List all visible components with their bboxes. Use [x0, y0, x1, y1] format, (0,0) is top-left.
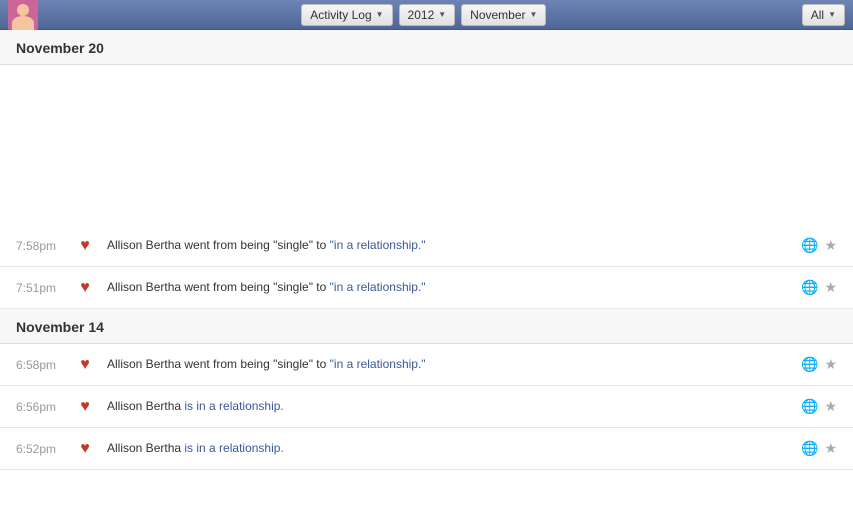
- activity-text: Allison Bertha is in a relationship.: [99, 398, 801, 415]
- heart-icon-col: ♥: [71, 398, 99, 416]
- table-row: 7:58pm ♥ Allison Bertha went from being …: [0, 225, 853, 267]
- activity-text: Allison Bertha is in a relationship.: [99, 440, 801, 457]
- actions-col: 🌐 ★: [801, 237, 837, 254]
- table-row: 6:52pm ♥ Allison Bertha is in a relation…: [0, 428, 853, 470]
- table-row: 6:56pm ♥ Allison Bertha is in a relation…: [0, 386, 853, 428]
- star-icon[interactable]: ★: [824, 440, 837, 457]
- globe-icon[interactable]: 🌐: [801, 398, 818, 415]
- actions-col: 🌐 ★: [801, 356, 837, 373]
- heart-icon-col: ♥: [71, 440, 99, 458]
- globe-icon[interactable]: 🌐: [801, 237, 818, 254]
- activity-log-label: Activity Log: [310, 8, 371, 22]
- time-label: 7:58pm: [16, 239, 71, 253]
- filter-caret: ▼: [828, 10, 836, 19]
- year-label: 2012: [408, 8, 435, 22]
- activity-log-caret: ▼: [376, 10, 384, 19]
- header-right: All ▼: [802, 4, 845, 26]
- actions-col: 🌐 ★: [801, 398, 837, 415]
- actions-col: 🌐 ★: [801, 279, 837, 296]
- time-label: 6:52pm: [16, 442, 71, 456]
- heart-icon-col: ♥: [71, 237, 99, 255]
- filter-label: All: [811, 8, 824, 22]
- table-row: 6:58pm ♥ Allison Bertha went from being …: [0, 344, 853, 386]
- header: Activity Log ▼ 2012 ▼ November ▼ All ▼: [0, 0, 853, 30]
- month-dropdown[interactable]: November ▼: [461, 4, 546, 26]
- activity-text: Allison Bertha went from being "single" …: [99, 279, 801, 296]
- date-header-nov14: November 14: [0, 309, 853, 344]
- empty-space: [0, 65, 853, 225]
- heart-icon: ♥: [80, 356, 90, 374]
- activity-link[interactable]: "in a relationship.": [330, 280, 426, 294]
- heart-icon: ♥: [80, 398, 90, 416]
- star-icon[interactable]: ★: [824, 356, 837, 373]
- activity-text: Allison Bertha went from being "single" …: [99, 237, 801, 254]
- globe-icon[interactable]: 🌐: [801, 279, 818, 296]
- month-caret: ▼: [530, 10, 538, 19]
- time-label: 7:51pm: [16, 281, 71, 295]
- heart-icon: ♥: [80, 237, 90, 255]
- main-content: November 20 7:58pm ♥ Allison Bertha went…: [0, 30, 853, 516]
- heart-icon-col: ♥: [71, 356, 99, 374]
- table-row: 7:51pm ♥ Allison Bertha went from being …: [0, 267, 853, 309]
- activity-link[interactable]: is in a relationship.: [184, 441, 283, 455]
- activity-link[interactable]: "in a relationship.": [330, 238, 426, 252]
- activity-link[interactable]: "in a relationship.": [330, 357, 426, 371]
- activity-link[interactable]: is in a relationship.: [184, 399, 283, 413]
- globe-icon[interactable]: 🌐: [801, 356, 818, 373]
- activity-text: Allison Bertha went from being "single" …: [99, 356, 801, 373]
- star-icon[interactable]: ★: [824, 279, 837, 296]
- heart-icon: ♥: [80, 279, 90, 297]
- heart-icon-col: ♥: [71, 279, 99, 297]
- time-label: 6:58pm: [16, 358, 71, 372]
- date-header-nov20: November 20: [0, 30, 853, 65]
- filter-dropdown[interactable]: All ▼: [802, 4, 845, 26]
- year-caret: ▼: [438, 10, 446, 19]
- heart-icon: ♥: [80, 440, 90, 458]
- star-icon[interactable]: ★: [824, 237, 837, 254]
- activity-log-dropdown[interactable]: Activity Log ▼: [301, 4, 392, 26]
- actions-col: 🌐 ★: [801, 440, 837, 457]
- globe-icon[interactable]: 🌐: [801, 440, 818, 457]
- star-icon[interactable]: ★: [824, 398, 837, 415]
- header-center: Activity Log ▼ 2012 ▼ November ▼: [46, 4, 802, 26]
- month-label: November: [470, 8, 525, 22]
- year-dropdown[interactable]: 2012 ▼: [399, 4, 456, 26]
- avatar[interactable]: [8, 0, 38, 30]
- time-label: 6:56pm: [16, 400, 71, 414]
